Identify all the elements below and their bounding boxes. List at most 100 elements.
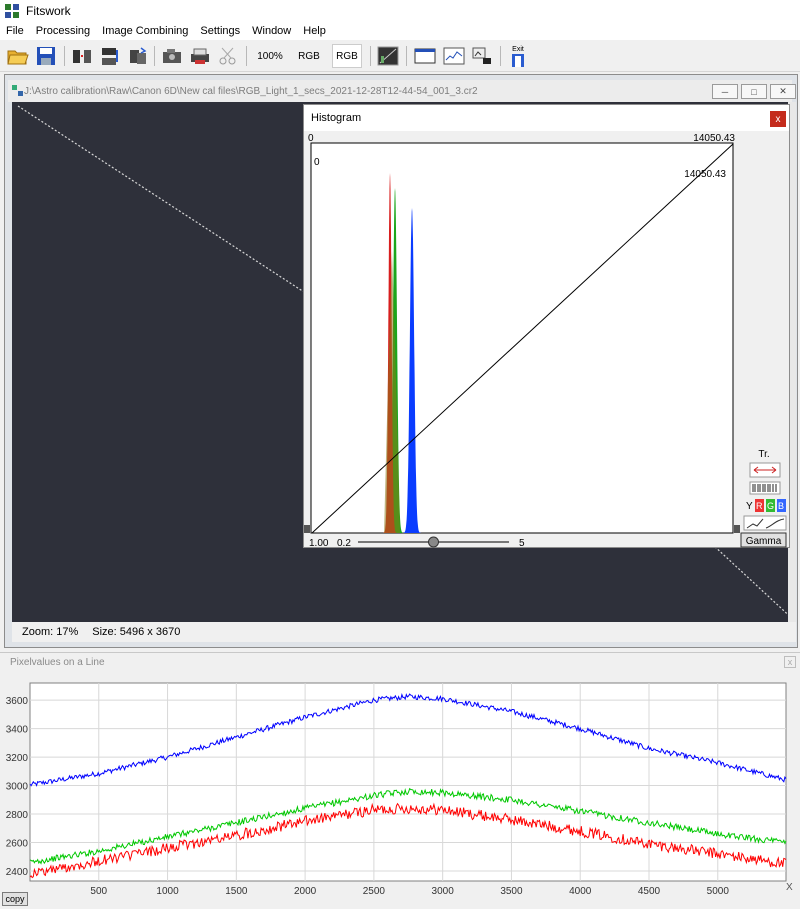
white-point-handle[interactable] xyxy=(734,525,740,533)
pixel-line-title-bar: Pixelvalues on a Line x xyxy=(0,653,800,671)
y-tick-label: 3000 xyxy=(6,782,29,793)
range-arrows-icon[interactable] xyxy=(749,462,781,478)
menu-image-combining[interactable]: Image Combining xyxy=(96,25,194,37)
channel-b: B xyxy=(778,501,784,511)
print-button[interactable] xyxy=(188,44,212,68)
menu-settings[interactable]: Settings xyxy=(194,25,246,37)
flip-horizontal-button[interactable] xyxy=(70,44,94,68)
histogram-inner-min-label: 0 xyxy=(314,157,320,168)
x-tick-label: 2000 xyxy=(294,886,317,897)
close-icon: x xyxy=(787,657,793,667)
flip-horizontal-icon xyxy=(73,50,91,63)
save-icon xyxy=(37,47,55,65)
histogram-max-label: 14050.43 xyxy=(693,133,735,144)
restore-icon: □ xyxy=(751,86,757,97)
histogram-toggle-icon xyxy=(377,46,399,66)
pixel-line-chart[interactable]: 500 1000 1500 2000 2500 3000 3500 4000 4500 5000 … xyxy=(0,671,800,908)
gamma-slider-min: 0.2 xyxy=(337,538,351,549)
cut-button[interactable] xyxy=(216,44,240,68)
image-window-icon xyxy=(12,85,23,96)
window-view-icon xyxy=(414,48,436,64)
scissors-icon xyxy=(219,47,236,65)
open-folder-button[interactable] xyxy=(6,44,30,68)
gamma-slider-max: 5 xyxy=(519,538,525,549)
rgb-button-1[interactable]: RGB xyxy=(294,44,324,68)
zoom-100-button[interactable]: 100% xyxy=(254,44,286,68)
x-tick-label: 1500 xyxy=(225,886,248,897)
y-tick-label: 2600 xyxy=(6,839,29,850)
printer-icon xyxy=(191,48,209,64)
save-button[interactable] xyxy=(34,44,58,68)
open-folder-icon xyxy=(7,50,29,65)
fitswork-logo-icon xyxy=(5,4,19,18)
histogram-min-label: 0 xyxy=(308,133,314,144)
rotate-button[interactable] xyxy=(126,44,150,68)
x-tick-label: 1000 xyxy=(156,886,179,897)
y-tick-label: 2400 xyxy=(6,867,29,878)
menu-file[interactable]: File xyxy=(0,25,30,37)
tr-label: Tr. xyxy=(758,449,769,460)
pixel-line-close-button[interactable]: x xyxy=(784,656,796,668)
copy-button[interactable]: copy xyxy=(2,892,28,906)
barcode-icon[interactable] xyxy=(749,481,781,495)
curve-mode-icon[interactable] xyxy=(743,515,787,531)
restore-button[interactable]: □ xyxy=(741,84,767,99)
histogram-chart[interactable]: 0 14050.43 0 14050.43 1.00 0.2 5 Tr. Y R… xyxy=(304,131,791,549)
image-info-icon xyxy=(472,47,491,64)
menu-processing[interactable]: Processing xyxy=(30,25,96,37)
close-icon: ✕ xyxy=(779,86,787,96)
line-profile-icon xyxy=(443,47,465,65)
image-info-button[interactable] xyxy=(470,44,494,68)
gamma-slider-thumb[interactable] xyxy=(428,536,439,548)
app-title: Fitswork xyxy=(26,4,71,18)
gamma-button[interactable]: Gamma xyxy=(740,532,787,548)
x-tick-label: 2500 xyxy=(363,886,386,897)
y-tick-label: 3200 xyxy=(6,753,29,764)
minimize-button[interactable]: ─ xyxy=(712,84,738,99)
rgb-button-2[interactable]: RGB xyxy=(332,44,362,68)
exit-button[interactable]: Exit xyxy=(506,44,530,68)
y-tick-label: 3400 xyxy=(6,725,29,736)
x-tick-label: 4000 xyxy=(569,886,592,897)
histogram-title: Histogram xyxy=(311,112,362,124)
histogram-toggle-button[interactable] xyxy=(376,44,400,68)
camera-button[interactable] xyxy=(160,44,184,68)
exit-label: Exit xyxy=(512,45,524,53)
exit-door-icon xyxy=(512,53,524,67)
flip-vertical-icon xyxy=(102,48,118,65)
x-tick-label: 5000 xyxy=(707,886,730,897)
menu-help[interactable]: Help xyxy=(297,25,332,37)
menu-bar: File Processing Image Combining Settings… xyxy=(0,22,800,40)
gamma-button-label: Gamma xyxy=(746,536,782,547)
histogram-window: Histogram x 0 14050.43 0 14050.43 1.00 0… xyxy=(303,104,791,549)
image-window-title: J:\Astro calibration\Raw\Canon 6D\New ca… xyxy=(24,85,478,97)
pixel-line-title: Pixelvalues on a Line xyxy=(10,656,105,668)
rotate-icon xyxy=(130,47,147,64)
histogram-inner-max-label: 14050.43 xyxy=(684,169,726,180)
y-tick-label: 2800 xyxy=(6,810,29,821)
window-view-button[interactable] xyxy=(412,44,438,68)
x-tick-label: 3000 xyxy=(432,886,455,897)
close-icon: x xyxy=(775,113,781,125)
x-axis-label: X xyxy=(786,882,793,893)
x-tick-label: 500 xyxy=(90,886,107,897)
y-tick-label: 3600 xyxy=(6,696,29,707)
flip-vertical-button[interactable] xyxy=(98,44,122,68)
image-window-title-bar: J:\Astro calibration\Raw\Canon 6D\New ca… xyxy=(8,80,796,102)
pixel-line-panel: Pixelvalues on a Line x 500 1000 1500 2000 2… xyxy=(0,652,800,909)
line-profile-button[interactable] xyxy=(442,44,466,68)
histogram-title-bar: Histogram x xyxy=(304,105,789,131)
channel-g: G xyxy=(767,501,774,511)
close-window-button[interactable]: ✕ xyxy=(770,84,796,99)
histogram-close-button[interactable]: x xyxy=(770,111,786,127)
black-point-handle[interactable] xyxy=(304,525,310,533)
channel-y[interactable]: Y xyxy=(746,501,753,512)
channel-r: R xyxy=(756,501,763,511)
minimize-icon: ─ xyxy=(721,86,729,97)
x-tick-label: 4500 xyxy=(638,886,661,897)
size-readout: Size: 5496 x 3670 xyxy=(92,626,181,638)
toolbar: 100% RGB RGB Exit xyxy=(0,40,800,72)
gamma-value: 1.00 xyxy=(309,538,329,549)
menu-window[interactable]: Window xyxy=(246,25,297,37)
zoom-readout: Zoom: 17% xyxy=(22,626,79,638)
